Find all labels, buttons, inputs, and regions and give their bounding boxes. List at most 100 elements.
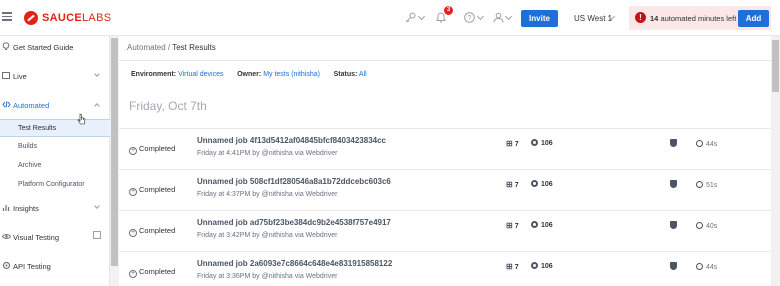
stopwatch-icon <box>696 263 703 270</box>
date-heading: Friday, Oct 7th <box>129 99 207 113</box>
shield-icon <box>670 139 677 147</box>
notification-count-badge: 3 <box>444 6 453 15</box>
add-minutes-button[interactable]: Add <box>738 10 769 27</box>
divider <box>119 60 771 61</box>
job-meta: Friday at 3:36PM by @nithisha via Webdri… <box>197 273 338 280</box>
duration: 44s <box>696 140 717 148</box>
hamburger-icon[interactable] <box>2 12 12 22</box>
sidebar-item-live[interactable]: Live <box>0 67 110 85</box>
chrome-icon <box>531 221 538 228</box>
top-bar: SAUCELABS 3 ? Invite US West 1 ! 14 auto… <box>0 0 780 36</box>
windows-icon: ⊞ <box>506 262 513 271</box>
breadcrumb-automated[interactable]: Automated <box>127 43 166 52</box>
stopwatch-icon <box>696 140 703 147</box>
saucelabs-logo[interactable]: SAUCELABS <box>24 10 111 26</box>
duration: 51s <box>696 181 717 189</box>
key-icon[interactable] <box>405 12 416 26</box>
sidebar-item-visual-testing[interactable]: Visual Testing <box>0 228 110 246</box>
browser-version: 106 <box>531 221 553 229</box>
check-circle-icon: + <box>129 147 137 155</box>
chrome-icon <box>531 262 538 269</box>
sidebar-item-label: API Testing <box>13 262 51 271</box>
code-icon <box>2 100 11 111</box>
sidebar-subitem-platform-configurator[interactable]: Platform Configurator <box>0 176 110 194</box>
sidebar-item-label: Automated <box>13 101 50 110</box>
chevron-up-icon <box>94 103 100 109</box>
chevron-down-icon <box>94 71 100 77</box>
external-link-icon <box>93 231 101 239</box>
job-name-link[interactable]: Unnamed job 508cf1df280546a8a1b72ddcebc6… <box>197 177 391 186</box>
windows-icon: ⊞ <box>506 180 513 189</box>
sidebar-scrollbar[interactable] <box>110 36 119 286</box>
sidebar-item-label: Get Started Guide <box>13 43 74 52</box>
live-icon <box>2 71 10 82</box>
sidebar: Get Started Guide Live Automated Test Re… <box>0 36 110 286</box>
status-completed: + Completed <box>129 185 176 196</box>
help-menu-chevron-down-icon[interactable] <box>476 12 485 21</box>
sidebar-subitem-label: Archive <box>18 162 42 169</box>
sidebar-item-insights[interactable]: Insights <box>0 199 110 217</box>
main-scrollbar[interactable] <box>771 36 780 286</box>
environment-filter[interactable]: Virtual devices <box>178 71 223 78</box>
help-icon[interactable]: ? <box>464 12 475 26</box>
user-icon[interactable] <box>493 12 504 26</box>
alert-icon: ! <box>635 12 646 23</box>
breadcrumb: Automated / Test Results <box>127 43 216 52</box>
os-version: ⊞ 7 <box>506 139 519 148</box>
sidebar-item-label: Live <box>13 72 27 81</box>
browser-version: 106 <box>531 180 553 188</box>
api-icon <box>2 261 11 272</box>
user-menu-chevron-down-icon[interactable] <box>504 12 513 21</box>
status-completed: + Completed <box>129 144 176 155</box>
lightbulb-icon <box>2 42 10 53</box>
job-meta: Friday at 4:41PM by @nithisha via Webdri… <box>197 150 338 157</box>
breadcrumb-current: Test Results <box>172 43 216 52</box>
sidebar-subitem-test-results[interactable]: Test Results <box>0 119 110 137</box>
owner-filter[interactable]: My tests (nithisha) <box>263 71 320 78</box>
browser-version: 106 <box>531 262 553 270</box>
job-row[interactable]: + Completed Unnamed job ad75bf23be384dc9b… <box>119 210 771 250</box>
stopwatch-icon <box>696 181 703 188</box>
chevron-down-icon <box>94 203 100 209</box>
windows-icon: ⊞ <box>506 221 513 230</box>
sidebar-subitem-archive[interactable]: Archive <box>0 157 110 175</box>
sidebar-item-label: Visual Testing <box>13 233 60 242</box>
job-row[interactable]: + Completed Unnamed job 4f13d5412af04845b… <box>119 128 771 168</box>
insights-icon <box>2 203 10 214</box>
sidebar-subitem-builds[interactable]: Builds <box>0 138 110 156</box>
duration: 40s <box>696 222 717 230</box>
sidebar-scrollbar-thumb[interactable] <box>111 38 118 266</box>
shield-icon <box>670 221 677 229</box>
sidebar-item-get-started[interactable]: Get Started Guide <box>0 38 110 56</box>
job-name-link[interactable]: Unnamed job ad75bf23be384dc9b2e4538f757e… <box>197 218 391 227</box>
region-selector[interactable]: US West 1 <box>574 14 612 23</box>
minutes-left-text: 14 automated minutes left <box>650 14 737 23</box>
job-name-link[interactable]: Unnamed job 2a6093e7c8664c648e4e83191585… <box>197 259 392 268</box>
job-name-link[interactable]: Unnamed job 4f13d5412af04845bfcf84034238… <box>197 136 386 145</box>
status-filter[interactable]: All <box>359 71 367 78</box>
stopwatch-icon <box>696 222 703 229</box>
check-circle-icon: + <box>129 270 137 278</box>
chrome-icon <box>531 180 538 187</box>
key-menu-chevron-down-icon[interactable] <box>417 12 426 21</box>
sidebar-subitem-label: Test Results <box>18 125 57 132</box>
check-circle-icon: + <box>129 188 137 196</box>
bell-icon[interactable] <box>436 12 446 26</box>
sidebar-item-automated[interactable]: Automated <box>0 96 110 114</box>
job-meta: Friday at 4:37PM by @nithisha via Webdri… <box>197 191 338 198</box>
sidebar-item-api-testing[interactable]: API Testing <box>0 257 110 275</box>
shield-icon <box>670 262 677 270</box>
status-completed: + Completed <box>129 267 176 278</box>
invite-button[interactable]: Invite <box>521 10 558 27</box>
job-row[interactable]: + Completed Unnamed job 2a6093e7c8664c648… <box>119 251 771 286</box>
status-completed: + Completed <box>129 226 176 237</box>
eye-icon <box>1 232 12 243</box>
main-scrollbar-thumb[interactable] <box>772 40 779 92</box>
filter-bar: Environment: Virtual devices Owner: My t… <box>131 71 367 78</box>
sidebar-subitem-label: Builds <box>18 143 38 150</box>
browser-version: 106 <box>531 139 553 147</box>
job-row[interactable]: + Completed Unnamed job 508cf1df280546a8a… <box>119 169 771 209</box>
shield-icon <box>670 180 677 188</box>
chrome-icon <box>531 139 538 146</box>
windows-icon: ⊞ <box>506 139 513 148</box>
